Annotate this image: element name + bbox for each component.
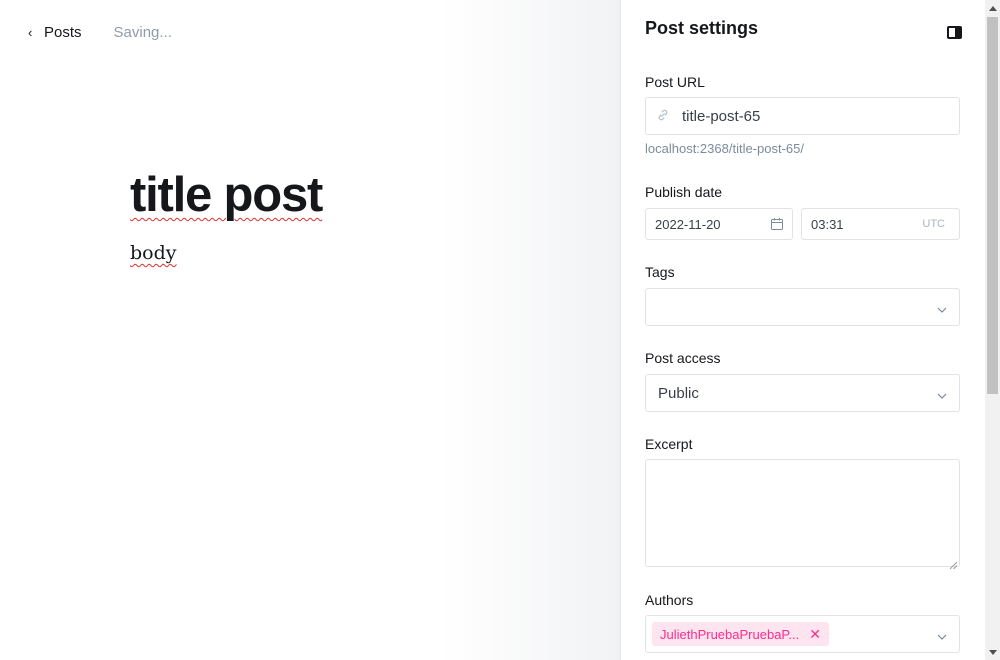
post-url-label: Post URL [645, 74, 705, 90]
post-access-value: Public [658, 384, 699, 402]
editor-fade-overlay [440, 0, 620, 660]
post-url-input[interactable]: title-post-65 [645, 97, 960, 135]
excerpt-label: Excerpt [645, 436, 693, 452]
resize-grip-icon[interactable] [949, 556, 958, 570]
author-chip[interactable]: JuliethPruebaPruebaP... ✕ [652, 622, 829, 646]
excerpt-textarea[interactable] [645, 459, 960, 570]
publish-time-value: 03:31 [811, 216, 844, 232]
publish-date-label: Publish date [645, 184, 723, 200]
authors-label: Authors [645, 592, 694, 608]
back-to-posts-link[interactable]: ‹ Posts [28, 24, 82, 41]
panel-scrollbar[interactable] [985, 0, 1000, 660]
save-status: Saving... [113, 23, 172, 41]
publish-time-input[interactable]: 03:31 UTC [801, 208, 960, 240]
link-icon [656, 108, 672, 124]
post-url-value: title-post-65 [682, 107, 761, 125]
sidebar-toggle-icon[interactable] [947, 26, 962, 39]
chevron-down-icon [937, 388, 947, 399]
post-title-input[interactable]: title post [130, 166, 323, 224]
chevron-down-icon [937, 629, 947, 640]
publish-date-input[interactable]: 2022-11-20 [645, 208, 793, 240]
back-link-label: Posts [44, 23, 82, 41]
editor-topbar: ‹ Posts Saving... [28, 22, 172, 42]
authors-select[interactable]: JuliethPruebaPruebaP... ✕ [645, 615, 960, 653]
calendar-icon[interactable] [770, 217, 784, 231]
scrollbar-thumb[interactable] [987, 17, 998, 394]
editor-area: ‹ Posts Saving... title post body [0, 0, 620, 660]
post-access-label: Post access [645, 350, 721, 366]
close-icon[interactable]: ✕ [809, 626, 821, 643]
post-access-select[interactable]: Public [645, 374, 960, 412]
post-title-text: title post [130, 168, 323, 222]
tags-label: Tags [645, 264, 675, 280]
post-body-editor[interactable]: body [130, 240, 177, 266]
post-url-hint: localhost:2368/title-post-65/ [645, 141, 804, 156]
scroll-up-arrow-icon[interactable] [985, 0, 1000, 16]
post-body-text: body [130, 242, 177, 264]
chevron-left-icon: ‹ [28, 24, 33, 40]
chevron-down-icon [937, 302, 947, 313]
timezone-label: UTC [922, 218, 945, 230]
author-chip-label: JuliethPruebaPruebaP... [660, 626, 800, 642]
panel-title: Post settings [645, 18, 759, 38]
post-settings-panel: Post settings Post URL title-post-65 loc… [620, 0, 985, 660]
publish-date-value: 2022-11-20 [655, 216, 721, 232]
tags-select[interactable] [645, 288, 960, 326]
scroll-down-arrow-icon[interactable] [985, 644, 1000, 660]
